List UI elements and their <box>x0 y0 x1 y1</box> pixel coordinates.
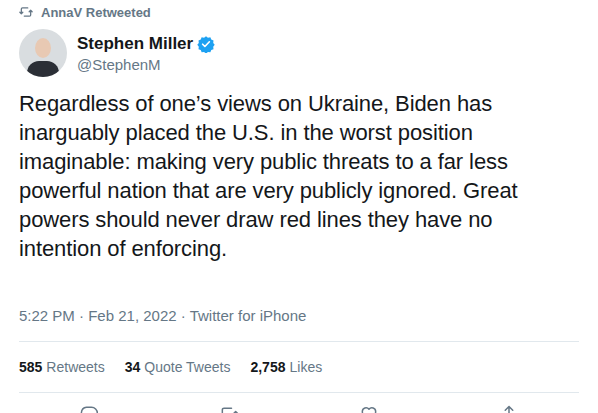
stat[interactable]: 585Retweets <box>19 359 105 375</box>
action-bar <box>19 393 579 413</box>
reply-button[interactable] <box>79 404 99 413</box>
tweet: AnnaV Retweeted Stephen Miller @StephenM Re… <box>0 0 598 413</box>
stat-label: Retweets <box>46 359 104 375</box>
timestamp[interactable]: 5:22 PM · Feb 21, 2022 · Twitter for iPh… <box>19 307 579 327</box>
name-line: Stephen Miller <box>77 34 215 54</box>
tweet-text: Regardless of one’s views on Ukraine, Bi… <box>19 89 579 263</box>
reply-icon <box>79 404 99 413</box>
stat[interactable]: 2,758Likes <box>250 359 322 375</box>
share-button[interactable] <box>499 404 519 413</box>
stat-label: Likes <box>289 359 322 375</box>
stat-count: 2,758 <box>250 359 285 375</box>
author-names: Stephen Miller @StephenM <box>77 34 215 73</box>
author: Stephen Miller @StephenM <box>19 29 579 77</box>
stat-count: 34 <box>125 359 141 375</box>
stat-label: Quote Tweets <box>144 359 230 375</box>
stats-bar: 585Retweets 34Quote Tweets 2,758Likes <box>19 341 579 393</box>
avatar[interactable] <box>19 29 67 77</box>
share-icon <box>499 404 519 413</box>
avatar-face <box>35 38 51 58</box>
stat-count: 585 <box>19 359 42 375</box>
stat[interactable]: 34Quote Tweets <box>125 359 231 375</box>
retweet-button[interactable] <box>219 404 239 413</box>
like-icon <box>359 404 379 413</box>
retweet-icon <box>19 5 33 19</box>
verified-badge-icon <box>197 35 215 53</box>
author-name[interactable]: Stephen Miller <box>77 34 193 54</box>
like-button[interactable] <box>359 404 379 413</box>
author-handle[interactable]: @StephenM <box>77 56 215 73</box>
retweet-icon <box>219 404 239 413</box>
retweeter[interactable]: AnnaV Retweeted <box>41 5 151 20</box>
avatar-photo <box>27 61 59 77</box>
retweet-header: AnnaV Retweeted <box>19 0 579 21</box>
